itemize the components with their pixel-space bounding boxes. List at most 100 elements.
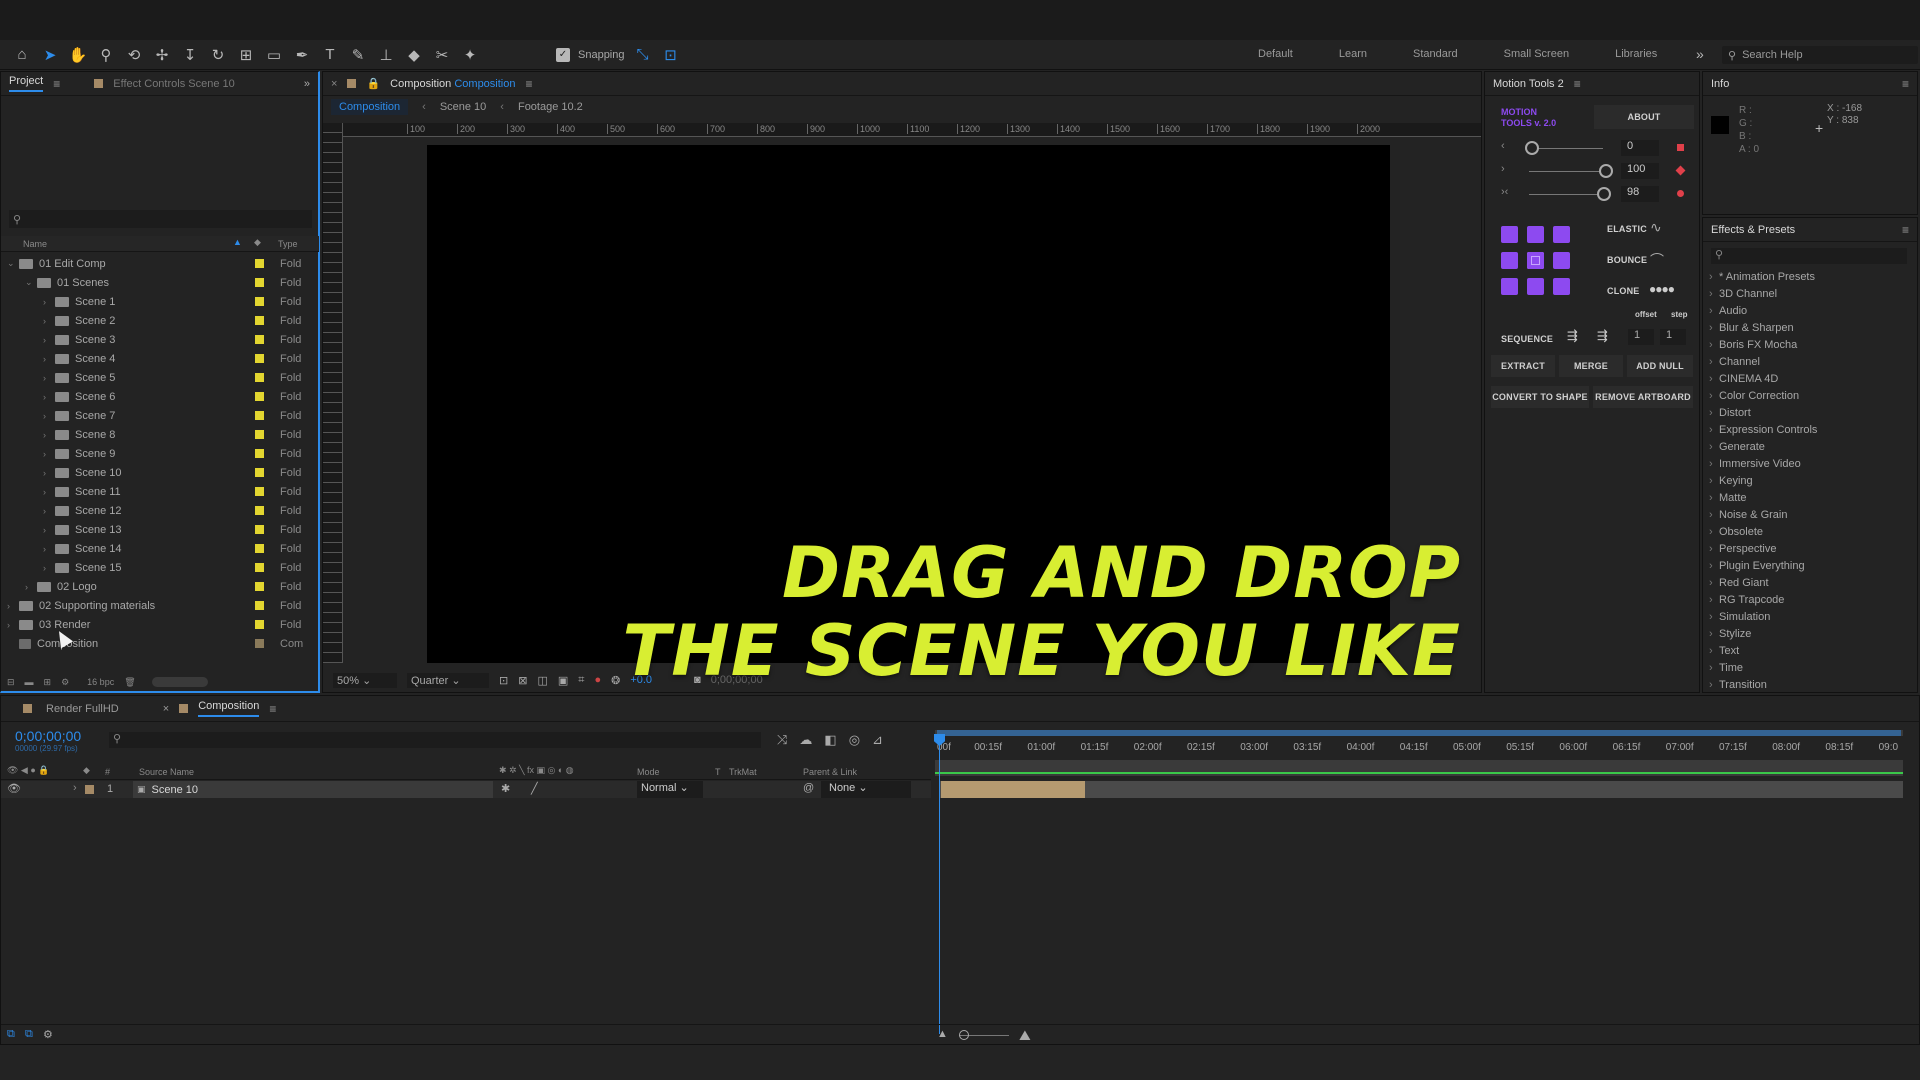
project-item[interactable]: › 02 Logo Fold	[1, 577, 319, 596]
chevron-right-icon[interactable]: ›	[43, 297, 55, 307]
snap-grid-icon[interactable]: ⊡	[661, 45, 681, 65]
anchor-bottom-right[interactable]	[1553, 278, 1570, 295]
label-color[interactable]	[255, 335, 264, 344]
label-color[interactable]	[255, 563, 264, 572]
slider-value-3[interactable]: 98	[1621, 186, 1659, 202]
label-color[interactable]	[255, 297, 264, 306]
motion-blur-icon[interactable]: ◎	[849, 732, 860, 748]
effects-category[interactable]: Text	[1709, 642, 1739, 659]
label-color[interactable]	[255, 411, 264, 420]
effects-category[interactable]: Channel	[1709, 353, 1760, 370]
new-folder-icon[interactable]: ▬	[25, 677, 34, 687]
project-item[interactable]: ⌄ 01 Scenes Fold	[1, 273, 319, 292]
slider-value-2[interactable]: 100	[1621, 163, 1659, 179]
label-color[interactable]	[255, 525, 264, 534]
frame-blending-icon[interactable]: ◧	[824, 732, 836, 748]
effects-category[interactable]: Simulation	[1709, 608, 1770, 625]
sequence-label[interactable]: SEQUENCE	[1501, 334, 1553, 344]
snap-edges-icon[interactable]: ⤡	[633, 45, 653, 65]
project-item[interactable]: › Scene 15 Fold	[1, 558, 319, 577]
label-color[interactable]	[255, 449, 264, 458]
slider-track[interactable]	[1529, 194, 1603, 195]
viewer-tab-scene[interactable]: Scene 10	[440, 101, 486, 113]
time-ruler[interactable]: 00f 00:15f 01:00f 01:15f 02:00f 02:15f 03:00f 0…	[935, 738, 1903, 758]
slider-value-1[interactable]: 0	[1621, 140, 1659, 156]
playhead[interactable]	[939, 734, 940, 1034]
close-tab-icon[interactable]: ×	[163, 703, 169, 715]
mask-visibility-icon[interactable]: ◫	[537, 674, 547, 687]
label-color[interactable]	[255, 620, 264, 629]
current-timecode[interactable]: 0;00;00;00	[15, 728, 81, 744]
add-null-button[interactable]: ADD NULL	[1627, 355, 1693, 377]
toggle-modes-icon[interactable]: ⧉	[25, 1028, 33, 1041]
label-color[interactable]	[255, 601, 264, 610]
about-button[interactable]: ABOUT	[1594, 105, 1694, 129]
project-item[interactable]: › Scene 2 Fold	[1, 311, 319, 330]
project-item[interactable]: › 03 Render Fold	[1, 615, 319, 634]
workspace-standard[interactable]: Standard	[1413, 48, 1458, 60]
orbit-tool-icon[interactable]: ⟲	[124, 45, 144, 65]
sequence-step-input[interactable]: 1	[1660, 329, 1686, 345]
label-color[interactable]	[255, 487, 264, 496]
zoom-out-icon[interactable]: ▲	[937, 1028, 948, 1040]
chevron-right-icon[interactable]: ›	[7, 601, 19, 611]
anchor-point-grid[interactable]	[1499, 224, 1579, 304]
chevron-right-icon[interactable]: ›	[43, 468, 55, 478]
label-color[interactable]	[255, 392, 264, 401]
project-item[interactable]: › Scene 3 Fold	[1, 330, 319, 349]
tab-render-fullhd[interactable]: Render FullHD	[46, 703, 119, 715]
rotate-tool-icon[interactable]: ↻	[208, 45, 228, 65]
label-color[interactable]	[255, 430, 264, 439]
chevron-right-icon[interactable]: ›	[43, 430, 55, 440]
chevron-right-icon[interactable]: ›	[43, 487, 55, 497]
comp-flowchart-icon[interactable]: ⤨	[777, 732, 787, 748]
keyframe-dot-icon[interactable]	[1677, 190, 1684, 197]
effects-category[interactable]: Distort	[1709, 404, 1751, 421]
menu-icon[interactable]: ≡	[1574, 77, 1581, 91]
trash-icon[interactable]: 🗑	[124, 677, 135, 688]
anchor-mid-left[interactable]	[1501, 252, 1518, 269]
effects-category[interactable]: Plugin Everything	[1709, 557, 1805, 574]
label-color[interactable]	[255, 639, 264, 648]
label-color[interactable]	[255, 373, 264, 382]
toggle-switches-icon[interactable]: ⧉	[7, 1028, 15, 1041]
effects-category[interactable]: CINEMA 4D	[1709, 370, 1778, 387]
panel-overflow-icon[interactable]: »	[304, 78, 310, 90]
interpret-footage-icon[interactable]: ⊟	[7, 677, 15, 688]
work-area-bar[interactable]	[935, 760, 1903, 776]
chevron-right-icon[interactable]: ›	[25, 582, 37, 592]
effects-category[interactable]: Noise & Grain	[1709, 506, 1787, 523]
slider-handle[interactable]	[1525, 141, 1539, 155]
effects-category[interactable]: Generate	[1709, 438, 1765, 455]
layer-name-field[interactable]: ▣ Scene 10	[133, 781, 493, 798]
lock-icon[interactable]: 🔒	[366, 77, 380, 90]
tab-composition[interactable]: Composition	[198, 700, 260, 717]
chevron-right-icon[interactable]: ›	[43, 335, 55, 345]
region-of-interest-icon[interactable]: ⊡	[499, 674, 508, 687]
anchor-bottom-center[interactable]	[1527, 278, 1544, 295]
project-item[interactable]: › Scene 11 Fold	[1, 482, 319, 501]
chevron-right-icon[interactable]: ›	[7, 620, 19, 630]
project-item[interactable]: › Scene 5 Fold	[1, 368, 319, 387]
workspace-libraries[interactable]: Libraries	[1615, 48, 1657, 60]
chevron-right-icon[interactable]: ›	[43, 316, 55, 326]
pickwhip-icon[interactable]: @	[803, 782, 814, 794]
resolution-select[interactable]: Quarter ⌄	[407, 672, 489, 688]
bounce-label[interactable]: BOUNCE	[1607, 255, 1647, 265]
zoom-slider-handle[interactable]	[959, 1030, 969, 1040]
anchor-top-left[interactable]	[1501, 226, 1518, 243]
graph-editor-icon[interactable]: ⊿	[872, 732, 883, 748]
flowchart-icon[interactable]: ⚙	[61, 677, 69, 688]
effects-category[interactable]: Time	[1709, 659, 1743, 676]
label-color[interactable]	[255, 278, 264, 287]
layer-duration-bar[interactable]	[939, 781, 1903, 798]
tab-effect-controls[interactable]: Effect Controls Scene 10	[113, 78, 234, 90]
effects-category[interactable]: Obsolete	[1709, 523, 1763, 540]
chevron-down-icon[interactable]: ⌄	[7, 258, 19, 269]
col-t[interactable]: T	[715, 767, 721, 777]
label-color[interactable]	[255, 259, 264, 268]
effects-category[interactable]: Boris FX Mocha	[1709, 336, 1797, 353]
effects-category[interactable]: Keying	[1709, 472, 1753, 489]
menu-icon[interactable]: ≡	[1902, 77, 1909, 91]
workspace-learn[interactable]: Learn	[1339, 48, 1367, 60]
